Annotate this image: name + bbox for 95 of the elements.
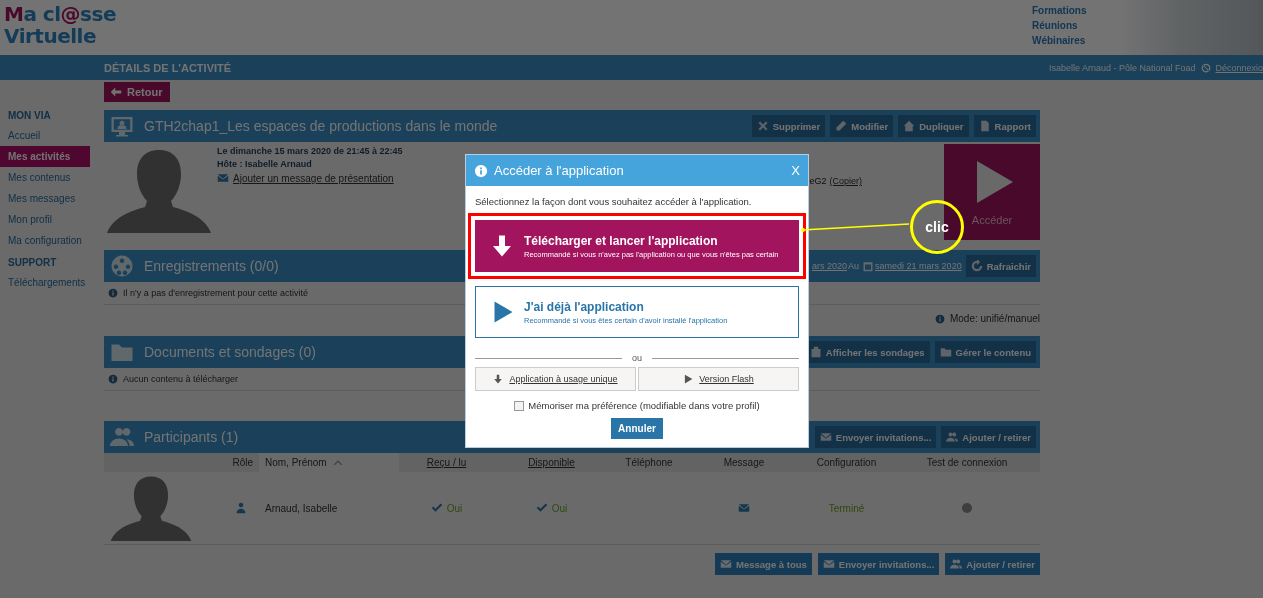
mode-label: Mode: unifié/manuel — [949, 313, 1040, 324]
sidebar-item[interactable]: Mes contenus — [0, 167, 90, 188]
envelope-icon — [720, 558, 733, 570]
action-button[interactable]: Ajouter / retirer — [945, 553, 1040, 575]
people-icon — [950, 558, 963, 570]
table-cell: Terminé — [828, 502, 865, 514]
action-button[interactable]: Envoyer invitations... — [817, 553, 940, 575]
section-title: Participants (1) — [144, 429, 239, 445]
column-header: Configuration — [816, 457, 877, 468]
person-icon — [235, 502, 247, 514]
date-link[interactable]: samedi 21 mars 2020 — [875, 261, 962, 271]
checkbox[interactable] — [514, 400, 525, 411]
access-code: eG2 — [809, 176, 827, 188]
column-header: Message — [723, 457, 765, 468]
info-icon — [474, 163, 488, 178]
sidebar-heading: SUPPORT — [7, 256, 58, 270]
envelope-icon — [819, 431, 832, 443]
date-link[interactable]: ars 2020 — [812, 261, 848, 271]
action-button[interactable]: Gérer le contenu — [934, 341, 1036, 363]
section-title: Enregistrements (0/0) — [144, 258, 279, 274]
envelope-icon — [217, 172, 229, 184]
logout-link[interactable]: Déconnexio — [1215, 62, 1263, 73]
column-header: Rôle — [232, 457, 253, 468]
status-dot-icon — [962, 503, 972, 513]
add-message-link[interactable]: Ajouter un message de présentation — [233, 172, 394, 184]
separator-label: ou — [632, 353, 642, 363]
film-reel-icon — [110, 254, 134, 278]
dialog-title: Accéder à l'application — [494, 163, 624, 178]
action-button[interactable]: Dupliquer — [898, 115, 969, 137]
download-icon — [493, 374, 504, 384]
folder-icon — [939, 346, 952, 358]
document-icon — [978, 120, 991, 132]
clipboard-icon — [809, 346, 822, 358]
column-header: Test de connexion — [926, 457, 1008, 468]
empty-message: Aucun contenu à télécharger — [123, 374, 239, 384]
pencil-icon — [835, 120, 848, 132]
sidebar-item[interactable]: Accueil — [0, 125, 90, 146]
alternative-option-button[interactable]: Version Flash — [638, 367, 799, 391]
close-icon — [756, 120, 769, 132]
people-icon — [946, 431, 959, 443]
play-icon — [683, 374, 694, 384]
sidebar-heading: MON VIA — [7, 109, 52, 123]
house-icon — [903, 120, 916, 132]
date-separator: Au — [848, 261, 860, 271]
page-title: DÉTAILS DE L'ACTIVITÉ — [104, 61, 232, 74]
logo-text: Virtuelle — [4, 25, 97, 47]
close-button[interactable]: X — [789, 163, 802, 178]
info-icon — [108, 374, 118, 384]
logo-text: Ma cl@sse — [4, 3, 116, 25]
sortable-column-header[interactable]: Reçu / lu — [426, 457, 467, 468]
refresh-icon — [970, 260, 983, 272]
envelope-icon[interactable] — [738, 502, 750, 514]
user-name: Isabelle Arnaud - Pôle National Foad — [1048, 62, 1196, 73]
column-header: Téléphone — [625, 457, 673, 468]
action-button[interactable]: Ajouter / retirer — [941, 426, 1036, 448]
empty-message: Il n'y a pas d'enregistrement pour cette activité — [123, 288, 309, 298]
header-link[interactable]: Wébinaires — [1032, 34, 1112, 48]
section-title: Documents et sondages (0) — [144, 344, 316, 360]
back-button[interactable]: Retour — [104, 82, 171, 102]
sidebar-item[interactable]: Téléchargements — [0, 272, 90, 293]
activity-host: Hôte : Isabelle Arnaud — [217, 159, 313, 169]
sortable-column-header[interactable]: Disponible — [528, 457, 575, 468]
action-button[interactable]: Modifier — [830, 115, 894, 137]
cancel-button[interactable]: Annuler — [611, 418, 663, 439]
alternative-option-button[interactable]: Application à usage unique — [475, 367, 636, 391]
sidebar-item[interactable]: Mes messages — [0, 188, 90, 209]
copy-link[interactable]: (Copier) — [829, 176, 862, 242]
refresh-button[interactable]: Rafraichir — [965, 255, 1036, 277]
calendar-icon — [862, 260, 875, 272]
header-link[interactable]: Formations — [1032, 4, 1112, 18]
action-button[interactable]: Rapport — [973, 115, 1036, 137]
header-link[interactable]: Réunions — [1032, 19, 1112, 33]
download-icon — [490, 234, 514, 258]
activity-title: GTH2chap1_Les espaces de productions dans le monde — [144, 118, 498, 134]
sidebar-item[interactable]: Mon profil — [0, 209, 90, 230]
action-button[interactable]: Envoyer invitations... — [814, 426, 937, 448]
check-icon — [535, 502, 548, 514]
participant-name: Arnaud, Isabelle — [265, 502, 338, 514]
sidebar-item[interactable]: Ma configuration — [0, 230, 90, 251]
table-cell: Oui — [446, 502, 463, 514]
dialog-instruction: Sélectionnez la façon dont vous souhaitez accéder à l'application. — [475, 196, 753, 207]
arrow-left-icon — [110, 86, 122, 98]
action-button[interactable]: Supprimer — [751, 115, 826, 137]
activity-date: Le dimanche 15 mars 2020 de 21:45 à 22:45 — [217, 146, 404, 156]
check-icon — [430, 502, 443, 514]
envelope-icon — [822, 558, 835, 570]
info-icon — [108, 288, 118, 298]
action-button[interactable]: Message à tous — [715, 553, 812, 575]
table-cell: Oui — [551, 502, 568, 514]
sidebar-item[interactable]: Mes activités — [0, 146, 90, 167]
power-icon — [1201, 62, 1212, 73]
monitor-people-icon — [110, 114, 134, 138]
checkbox-label: Mémoriser ma préférence (modifiable dans votre profil) — [528, 400, 760, 411]
info-icon — [934, 313, 945, 324]
people-icon — [110, 425, 134, 449]
